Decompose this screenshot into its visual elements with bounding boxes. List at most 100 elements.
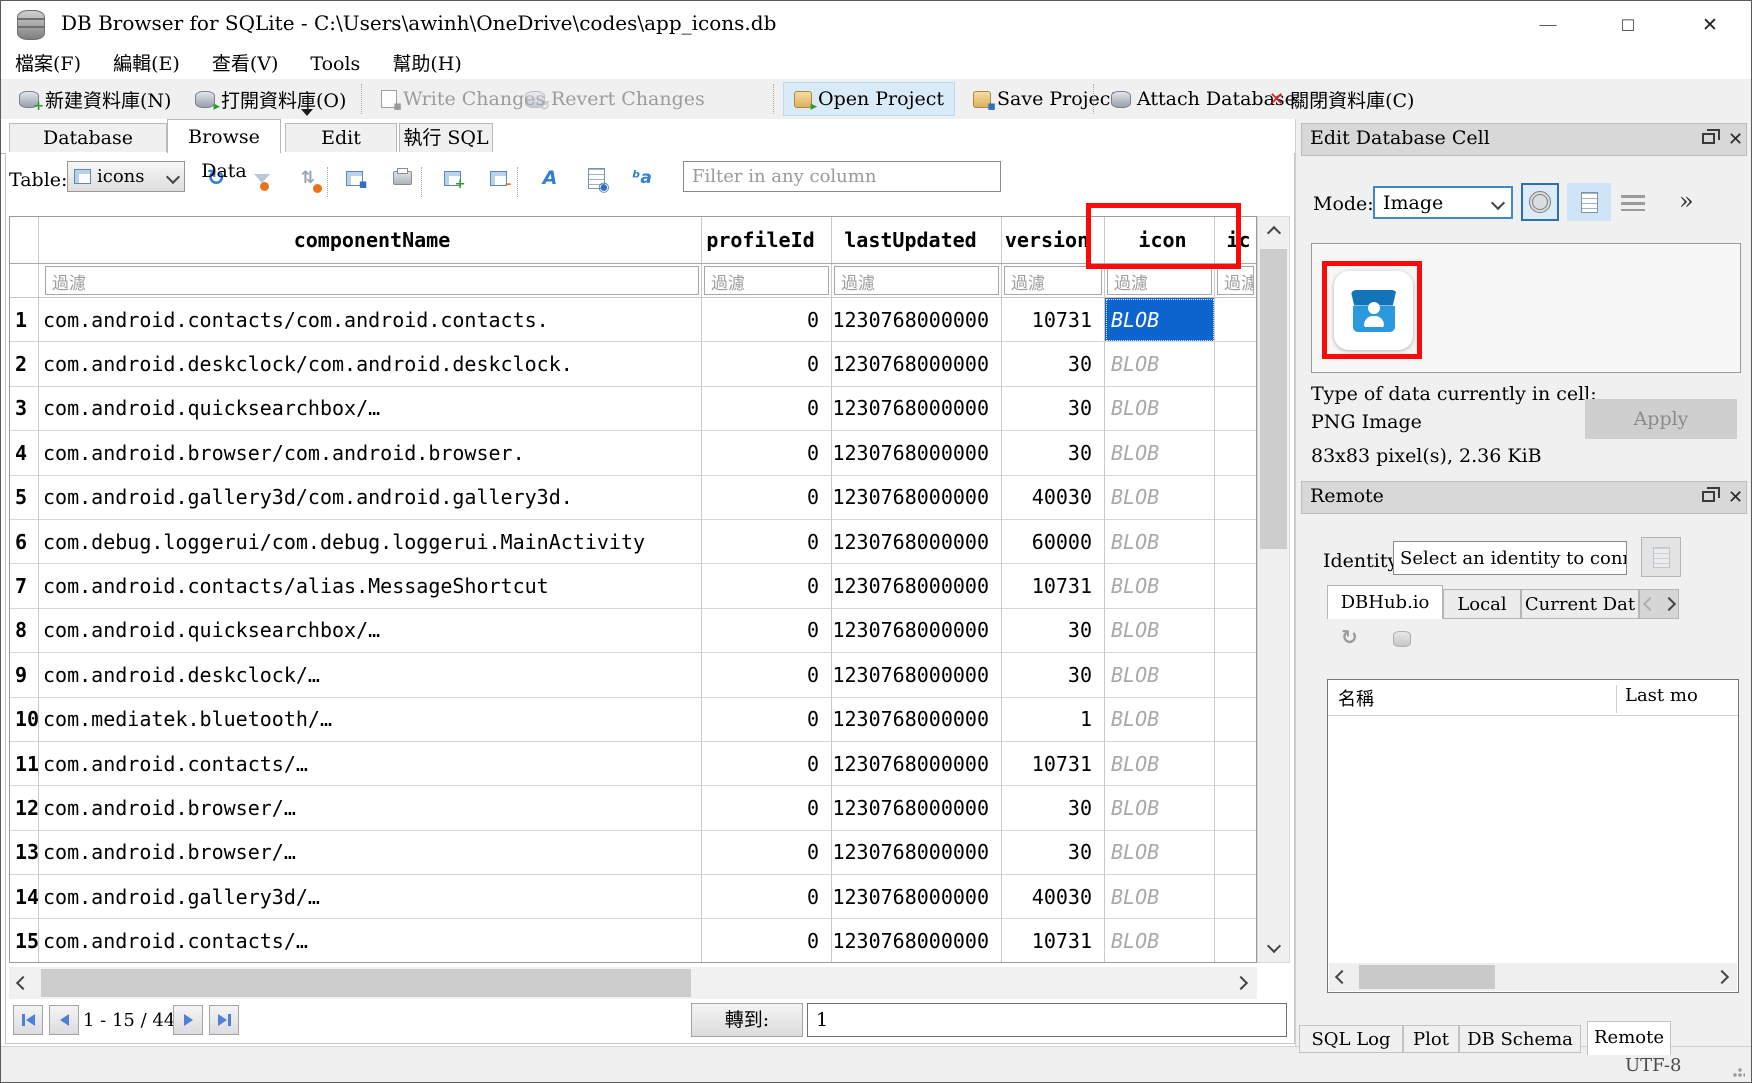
vertical-scrollbar[interactable] [1257,216,1290,963]
cell-icon[interactable]: BLOB [1105,564,1215,608]
menu-help[interactable]: 幫助(H) [380,46,473,79]
cell-profileId[interactable]: 0 [702,520,832,564]
print-button[interactable] [387,163,417,193]
dock-tab-remote[interactable]: Remote [1587,1021,1671,1055]
cell-icon[interactable]: BLOB [1105,520,1215,564]
font-button[interactable]: A [535,163,565,193]
filter-input-componentName[interactable]: 過濾 [45,266,699,295]
cell-lastUpdated[interactable]: 1230768000000 [832,342,1002,386]
remote-column-name[interactable]: 名稱 [1338,685,1374,711]
export-data-button[interactable] [1567,183,1611,221]
row-header[interactable]: 2 [10,342,39,386]
cell-version[interactable]: 10731 [1002,919,1105,963]
row-header[interactable]: 9 [10,653,39,697]
filter-input-version[interactable]: 過濾 [1004,266,1102,295]
cell-extra[interactable] [1215,919,1256,963]
row-header[interactable]: 4 [10,431,39,475]
tab-browse-data[interactable]: Browse Data [167,119,281,153]
cell-componentName[interactable]: com.android.browser/com.android.browser. [39,431,702,475]
mode-select[interactable]: Image [1373,186,1513,219]
close-button[interactable]: ✕ [1693,13,1727,37]
scroll-left-icon[interactable] [1335,970,1349,984]
cell-extra[interactable] [1215,653,1256,697]
cell-extra[interactable] [1215,831,1256,875]
row-header[interactable]: 7 [10,564,39,608]
float-panel-icon[interactable] [1702,491,1715,502]
menu-tools[interactable]: Tools [298,50,372,78]
cell-extra[interactable] [1215,431,1256,475]
dock-tab-db-schema[interactable]: DB Schema [1459,1025,1581,1053]
cell-lastUpdated[interactable]: 1230768000000 [832,653,1002,697]
cell-profileId[interactable]: 0 [702,476,832,520]
cell-icon[interactable]: BLOB [1105,342,1215,386]
row-header[interactable]: 12 [10,786,39,830]
cell-lastUpdated[interactable]: 1230768000000 [832,564,1002,608]
overflow-chevrons-icon[interactable]: » [1679,187,1694,215]
cell-lastUpdated[interactable]: 1230768000000 [832,520,1002,564]
row-header[interactable]: 15 [10,919,39,963]
cell-version[interactable]: 30 [1002,431,1105,475]
cell-extra[interactable] [1215,387,1256,431]
cell-icon[interactable]: BLOB [1105,742,1215,786]
vertical-scrollbar-thumb[interactable] [1260,249,1287,549]
cell-version[interactable]: 40030 [1002,476,1105,520]
cell-extra[interactable] [1215,875,1256,919]
next-record-button[interactable] [173,1005,203,1035]
tab-edit-pragmas[interactable]: Edit Pragmas [285,123,397,152]
cell-lastUpdated[interactable]: 1230768000000 [832,831,1002,875]
horizontal-scrollbar[interactable] [9,967,1257,999]
last-record-button[interactable] [209,1005,239,1035]
cell-extra[interactable] [1215,298,1256,342]
cell-lastUpdated[interactable]: 1230768000000 [832,609,1002,653]
remote-scrollbar-thumb[interactable] [1359,965,1495,989]
filter-input-partial[interactable]: 過濾 [1217,266,1254,295]
scroll-right-icon[interactable] [1227,969,1255,997]
cell-version[interactable]: 30 [1002,387,1105,431]
encoding-label[interactable]: UTF-8 [1625,1055,1681,1076]
filter-any-column-input[interactable] [683,161,1001,192]
row-header[interactable]: 10 [10,698,39,742]
menu-file[interactable]: 檔案(F) [3,46,93,79]
remote-horizontal-scrollbar[interactable] [1329,963,1737,991]
insert-record-button[interactable]: + [437,163,467,193]
cell-componentName[interactable]: com.android.quicksearchbox/… [39,387,702,431]
cell-lastUpdated[interactable]: 1230768000000 [832,476,1002,520]
cell-version[interactable]: 30 [1002,342,1105,386]
cell-extra[interactable] [1215,342,1256,386]
cell-icon[interactable]: BLOB [1105,431,1215,475]
close-panel-icon[interactable]: ✕ [1728,129,1743,150]
horizontal-scrollbar-thumb[interactable] [41,969,691,997]
cell-extra[interactable] [1215,609,1256,653]
remote-tab-local[interactable]: Local [1443,589,1521,619]
cell-icon[interactable]: BLOB [1105,831,1215,875]
cell-icon[interactable]: BLOB [1105,387,1215,431]
delete-record-button[interactable]: – [483,163,513,193]
tab-database-structure[interactable]: Database Structure [9,123,167,152]
cell-extra[interactable] [1215,520,1256,564]
row-header[interactable]: 3 [10,387,39,431]
cell-componentName[interactable]: com.debug.loggerui/com.debug.loggerui.Ma… [39,520,702,564]
row-header[interactable]: 6 [10,520,39,564]
cell-lastUpdated[interactable]: 1230768000000 [832,786,1002,830]
previous-record-button[interactable] [49,1005,79,1035]
remote-clone-database-icon[interactable] [1393,631,1411,647]
cell-icon[interactable]: BLOB [1105,476,1215,520]
word-wrap-icon[interactable] [1621,195,1645,211]
cell-version[interactable]: 30 [1002,786,1105,830]
cell-extra[interactable] [1215,742,1256,786]
filter-input-icon[interactable]: 過濾 [1107,266,1212,295]
cell-version[interactable]: 10731 [1002,298,1105,342]
remote-tab-current-database[interactable]: Current Dat [1521,589,1639,619]
find-in-cells-button[interactable]: ◉ [581,163,611,193]
close-database-button[interactable]: ✕ 關閉資料庫(C) [1259,82,1424,116]
row-header[interactable]: 14 [10,875,39,919]
scroll-up-icon[interactable] [1258,219,1289,247]
cell-profileId[interactable]: 0 [702,786,832,830]
table-select[interactable]: icons [67,161,185,192]
resize-grip[interactable] [1733,1065,1745,1077]
cell-componentName[interactable]: com.android.browser/… [39,831,702,875]
cell-extra[interactable] [1215,476,1256,520]
maximize-button[interactable]: □ [1611,13,1645,37]
cell-profileId[interactable]: 0 [702,342,832,386]
remote-column-last-modified[interactable]: Last mo [1616,685,1745,713]
